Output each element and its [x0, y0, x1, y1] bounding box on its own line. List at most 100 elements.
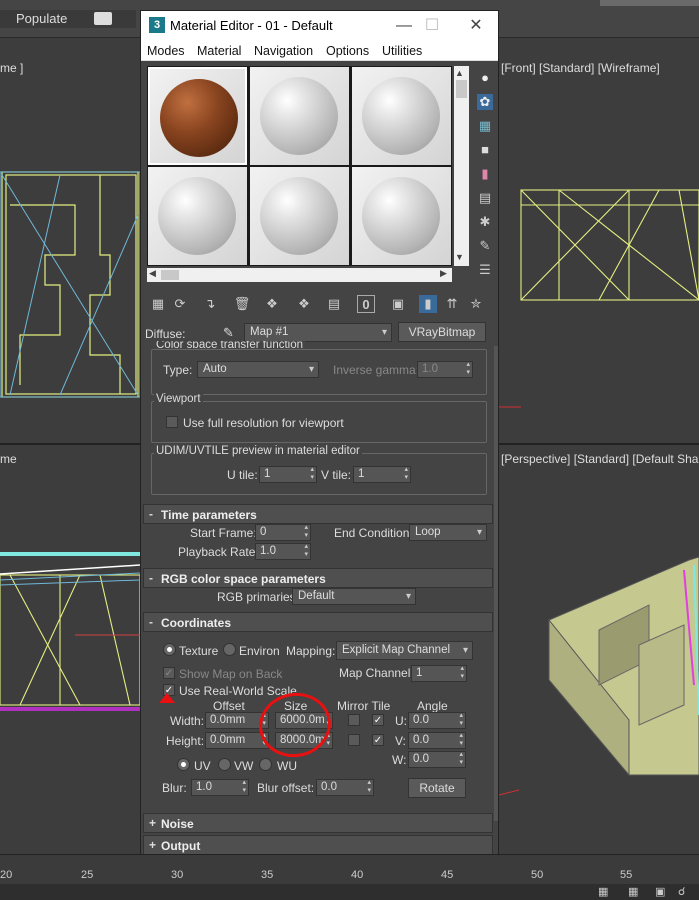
rgb-color-space-rollout[interactable]: - RGB color space parameters — [143, 568, 493, 588]
params-scrollbar[interactable] — [494, 346, 498, 821]
v-angle-spinner[interactable]: 0.0 — [408, 732, 466, 749]
options-icon[interactable]: ✱ — [477, 214, 493, 230]
go-forward-icon[interactable]: ✮ — [467, 295, 485, 313]
maximize-button[interactable]: ☐ — [419, 15, 445, 37]
bottom-toolbar: ▦ ⟳ ↴ 🗑 ❖ ❖ ▤ 0 ▣ ▮ ⇈ ✮ — [147, 293, 495, 315]
playback-rate-spinner[interactable]: 1.0 — [255, 543, 311, 560]
map-channel-spinner[interactable]: 1 — [411, 665, 467, 682]
dropdown-icon[interactable] — [94, 12, 112, 25]
blur-offset-label: Blur offset: — [257, 781, 315, 795]
material-navigator-icon[interactable]: ☰ — [477, 262, 493, 278]
viewport-front[interactable]: [Front] [Standard] [Wireframe] — [499, 55, 699, 440]
v-tile-spinner[interactable]: 1 — [353, 466, 411, 483]
output-rollout[interactable]: + Output — [143, 835, 493, 855]
menu-material[interactable]: Material — [197, 44, 241, 58]
close-button[interactable]: ✕ — [463, 15, 489, 37]
ruler-tick: 25 — [81, 869, 94, 881]
zoom-icon[interactable]: ☌ — [678, 885, 685, 898]
rollout-title: Time parameters — [161, 508, 257, 522]
u-angle-spinner[interactable]: 0.0 — [408, 712, 466, 729]
blur-spinner[interactable]: 1.0 — [191, 779, 249, 796]
background-icon[interactable]: ▦ — [477, 118, 493, 134]
rgb-primaries-combo[interactable]: Default — [292, 588, 416, 605]
scroll-right-icon[interactable]: ▶ — [440, 268, 447, 279]
scroll-thumb[interactable] — [161, 270, 179, 280]
sample-slot[interactable] — [148, 67, 247, 165]
scroll-left-icon[interactable]: ◀ — [149, 268, 156, 279]
rgb-primaries-label: RGB primaries: — [217, 590, 300, 604]
show-map-icon[interactable]: ▣ — [389, 295, 407, 313]
sample-slot[interactable] — [250, 167, 349, 265]
put-to-scene-icon[interactable]: ⟳ — [171, 295, 189, 313]
start-frame-spinner[interactable]: 0 — [255, 524, 311, 541]
angle-header: Angle — [417, 699, 448, 713]
rotate-button[interactable]: Rotate — [408, 778, 466, 798]
delete-icon[interactable]: 🗑 — [233, 295, 251, 313]
sample-slot[interactable] — [250, 67, 349, 165]
w-angle-spinner[interactable]: 0.0 — [408, 751, 466, 768]
width-mirror-checkbox[interactable] — [348, 714, 360, 726]
menu-navigation[interactable]: Navigation — [254, 44, 313, 58]
get-material-icon[interactable]: ▦ — [149, 295, 167, 313]
minimize-button[interactable]: — — [391, 15, 417, 37]
map-type-button[interactable]: VRayBitmap — [398, 322, 486, 342]
time-parameters-rollout[interactable]: - Time parameters — [143, 504, 493, 524]
make-unique-icon[interactable]: ❖ — [263, 295, 281, 313]
show-end-result-icon[interactable]: ▮ — [419, 295, 437, 313]
wu-radio[interactable] — [259, 758, 272, 771]
sample-slot[interactable] — [148, 167, 247, 265]
offset-header: Offset — [213, 699, 245, 713]
populate-menu[interactable]: Populate — [0, 10, 136, 28]
assign-material-icon[interactable]: ↴ — [201, 295, 219, 313]
sample-type-icon[interactable]: ● — [477, 70, 493, 86]
put-to-library-icon[interactable]: ❖ — [295, 295, 313, 313]
noise-rollout[interactable]: + Noise — [143, 813, 493, 833]
mapping-combo[interactable]: Explicit Map Channel — [336, 641, 473, 660]
width-tile-checkbox[interactable]: ✓ — [372, 714, 384, 726]
video-color-check-icon[interactable]: ▮ — [477, 166, 493, 182]
full-res-checkbox[interactable] — [166, 416, 178, 428]
viewport-left-top[interactable]: me ] — [0, 55, 140, 440]
height-tile-checkbox[interactable]: ✓ — [372, 734, 384, 746]
menu-modes[interactable]: Modes — [147, 44, 185, 58]
environ-radio[interactable] — [223, 643, 236, 656]
slots-vertical-scrollbar[interactable]: ▲ ▼ — [454, 66, 469, 266]
blur-offset-spinner[interactable]: 0.0 — [316, 779, 374, 796]
coordinates-rollout[interactable]: - Coordinates — [143, 612, 493, 632]
uv-radio[interactable] — [177, 758, 190, 771]
channel-icon[interactable]: 0 — [357, 295, 375, 313]
go-to-parent-icon[interactable]: ⇈ — [443, 295, 461, 313]
material-id-icon[interactable]: ▤ — [325, 295, 343, 313]
viewport-perspective[interactable]: [Perspective] [Standard] [Default Shadi — [499, 443, 699, 853]
scroll-down-icon[interactable]: ▼ — [455, 252, 464, 262]
end-condition-combo[interactable]: Loop — [409, 524, 487, 541]
full-res-label: Use full resolution for viewport — [183, 416, 344, 430]
viewport-left-bottom[interactable]: me — [0, 443, 140, 853]
grid-icon[interactable]: ▦ — [598, 885, 608, 898]
make-preview-icon[interactable]: ▤ — [477, 190, 493, 206]
vw-label: VW — [234, 759, 254, 773]
uv-tiling-icon[interactable]: ■ — [477, 142, 493, 158]
menu-options[interactable]: Options — [326, 44, 369, 58]
show-map-checkbox[interactable]: ✓ — [163, 667, 175, 679]
select-by-material-icon[interactable]: ✎ — [477, 238, 493, 254]
inverse-gamma-spinner[interactable]: 1.0 — [417, 361, 473, 378]
eyedropper-icon[interactable]: ✎ — [223, 325, 234, 341]
u-tile-spinner[interactable]: 1 — [259, 466, 317, 483]
sample-slot[interactable] — [352, 167, 451, 265]
sample-slot[interactable] — [352, 67, 451, 165]
title-bar[interactable]: 3 Material Editor - 01 - Default — ☐ ✕ — [141, 11, 498, 41]
backlight-icon[interactable]: ✿ — [477, 94, 493, 110]
snap-icon[interactable]: ▦ — [628, 885, 638, 898]
menu-utilities[interactable]: Utilities — [382, 44, 422, 58]
scroll-up-icon[interactable]: ▲ — [455, 68, 464, 78]
timeline-ruler[interactable]: 20 25 30 35 40 45 50 55 — [0, 854, 699, 884]
navigation-icon[interactable]: ▣ — [655, 885, 665, 898]
texture-radio[interactable] — [163, 643, 176, 656]
slots-horizontal-scrollbar[interactable]: ◀ ▶ — [147, 268, 452, 282]
scroll-thumb[interactable] — [456, 80, 467, 98]
height-mirror-checkbox[interactable] — [348, 734, 360, 746]
type-combo[interactable]: Auto — [197, 361, 319, 378]
map-name-combo[interactable]: Map #1 — [244, 323, 392, 342]
vw-radio[interactable] — [218, 758, 231, 771]
